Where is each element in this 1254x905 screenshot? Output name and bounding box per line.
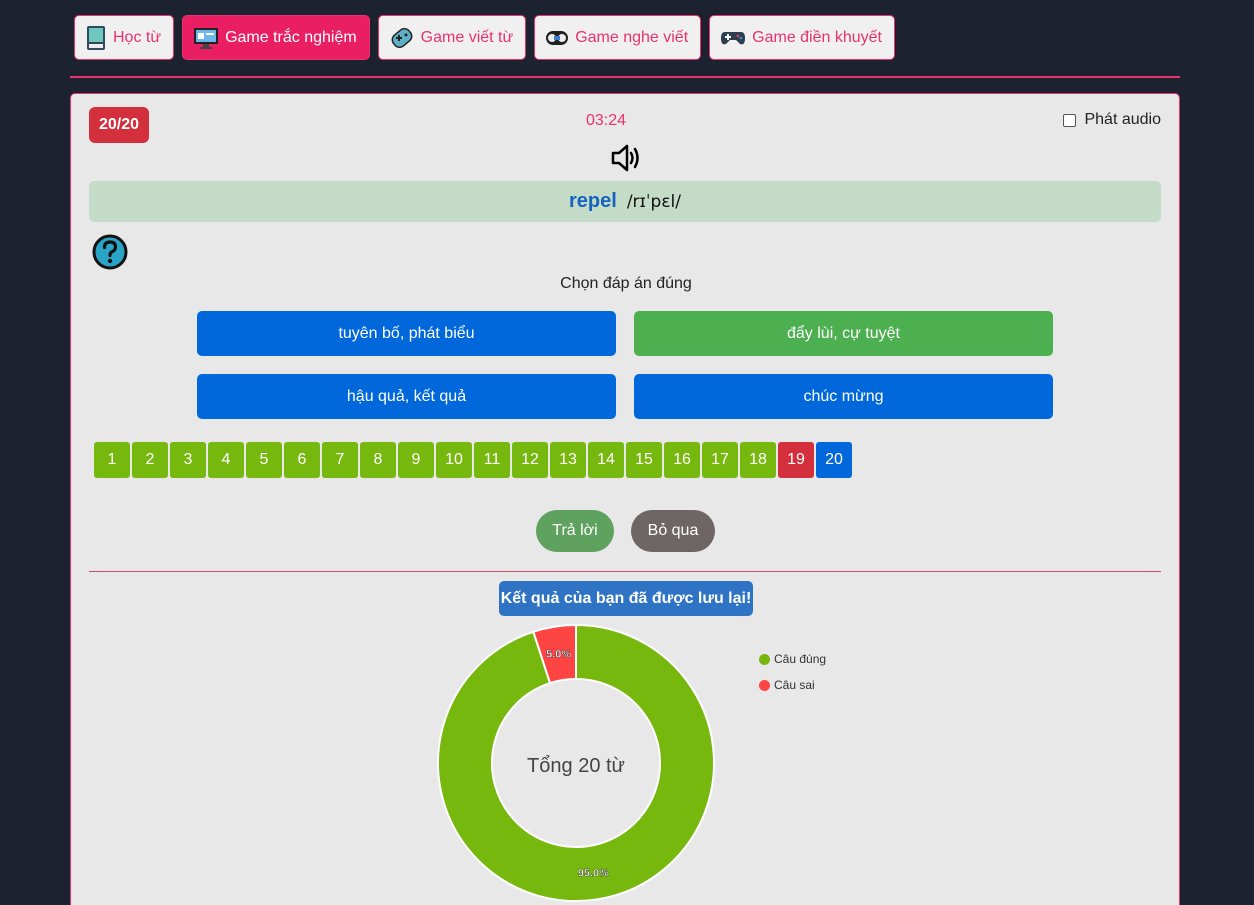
legend-swatch bbox=[759, 679, 770, 691]
answer-option-1[interactable]: tuyên bố, phát biểu bbox=[197, 311, 616, 356]
question-number-button[interactable]: 18 bbox=[740, 442, 776, 478]
question-number-button[interactable]: 20 bbox=[816, 442, 852, 478]
vocab-word: repel bbox=[569, 190, 617, 212]
tab-5[interactable]: Game điền khuyết bbox=[709, 15, 895, 60]
audio-label: Phát audio bbox=[1084, 111, 1161, 128]
question-number-button[interactable]: 4 bbox=[208, 442, 244, 478]
answer-option-4[interactable]: chúc mừng bbox=[634, 374, 1053, 419]
tab-4[interactable]: Game nghe viết bbox=[534, 15, 702, 60]
nav-tabs: Học từ Game trắc nghiệm Game viết từ Game n… bbox=[74, 15, 895, 60]
chart-center-label: Tổng 20 từ bbox=[527, 755, 625, 777]
tab-label: Game viết từ bbox=[420, 28, 514, 46]
question-number-button[interactable]: 6 bbox=[284, 442, 320, 478]
question-number-button[interactable]: 13 bbox=[550, 442, 586, 478]
question-counter: 20/20 bbox=[89, 107, 149, 143]
question-number-button[interactable]: 10 bbox=[436, 442, 472, 478]
answer-option-2[interactable]: đẩy lùi, cự tuyệt bbox=[634, 311, 1053, 356]
question-number-button[interactable]: 8 bbox=[360, 442, 396, 478]
gamepad-icon bbox=[389, 25, 415, 51]
question-number-button[interactable]: 1 bbox=[94, 442, 130, 478]
question-number-button[interactable]: 9 bbox=[398, 442, 434, 478]
question-number-button[interactable]: 5 bbox=[246, 442, 282, 478]
slice-label: 5.0% bbox=[546, 648, 571, 660]
joystick-icon bbox=[545, 27, 569, 49]
skip-button[interactable]: Bỏ qua bbox=[631, 510, 715, 552]
legend-swatch bbox=[759, 653, 770, 665]
chart-legend: Câu đúng Câu sai bbox=[759, 646, 826, 698]
audio-toggle[interactable]: Phát audio bbox=[1063, 111, 1161, 129]
timer: 03:24 bbox=[585, 112, 627, 129]
audio-checkbox[interactable] bbox=[1063, 113, 1077, 127]
prompt: Chọn đáp án đúng bbox=[560, 275, 692, 292]
tab-1[interactable]: Học từ bbox=[74, 15, 175, 60]
word-bar: repel /rɪˈpɛl/ bbox=[89, 181, 1161, 222]
question-number-button[interactable]: 2 bbox=[132, 442, 168, 478]
tab-label: Game trắc nghiệm bbox=[225, 28, 357, 46]
question-number-button[interactable]: 17 bbox=[702, 442, 738, 478]
divider bbox=[89, 571, 1161, 572]
monitor-icon bbox=[193, 27, 219, 49]
question-number-button[interactable]: 7 bbox=[322, 442, 358, 478]
question-navigator: 1 2 3 4 5 6 7 8 9 10 11 12 13 14 15 16 17 18 19 20 bbox=[94, 442, 852, 478]
slice-label: 95.0% bbox=[578, 868, 609, 880]
quiz-panel: 20/20 03:24 Phát audio repel /rɪˈpɛl/ Ch… bbox=[70, 93, 1180, 905]
help-icon[interactable] bbox=[92, 234, 128, 270]
tab-3[interactable]: Game viết từ bbox=[377, 15, 527, 60]
controller-icon bbox=[720, 28, 746, 48]
legend-item[interactable]: Câu đúng bbox=[759, 646, 826, 672]
ipa-text: /rɪˈpɛl/ bbox=[626, 191, 681, 212]
question-number-button[interactable]: 12 bbox=[512, 442, 548, 478]
legend-item[interactable]: Câu sai bbox=[759, 672, 826, 698]
answer-button[interactable]: Trả lời bbox=[536, 510, 614, 552]
question-number-button[interactable]: 11 bbox=[474, 442, 510, 478]
book-icon bbox=[85, 25, 107, 51]
question-number-button[interactable]: 19 bbox=[778, 442, 814, 478]
legend-label: Câu đúng bbox=[774, 652, 827, 666]
legend-label: Câu sai bbox=[774, 678, 815, 692]
speaker-icon[interactable] bbox=[609, 141, 643, 175]
question-number-button[interactable]: 14 bbox=[588, 442, 624, 478]
tab-2[interactable]: Game trắc nghiệm bbox=[182, 15, 370, 60]
tab-label: Game điền khuyết bbox=[752, 28, 882, 46]
answer-option-3[interactable]: hậu quả, kết quả bbox=[197, 374, 616, 419]
tab-label: Học từ bbox=[113, 28, 162, 46]
question-number-button[interactable]: 15 bbox=[626, 442, 662, 478]
saved-message: Kết quả của bạn đã được lưu lại! bbox=[499, 581, 753, 616]
divider bbox=[70, 76, 1180, 78]
donut-slice bbox=[532, 623, 577, 685]
question-number-button[interactable]: 16 bbox=[664, 442, 700, 478]
question-number-button[interactable]: 3 bbox=[170, 442, 206, 478]
tab-label: Game nghe viết bbox=[575, 28, 689, 46]
